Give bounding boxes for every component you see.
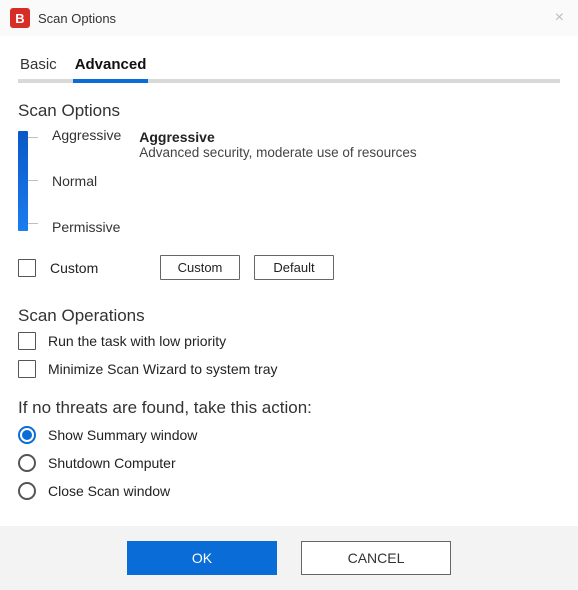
operation-row: Run the task with low priority <box>18 332 560 350</box>
custom-button[interactable]: Custom <box>160 255 240 280</box>
custom-checkbox[interactable] <box>18 259 36 277</box>
window-title: Scan Options <box>38 11 551 26</box>
low-priority-label: Run the task with low priority <box>48 333 226 349</box>
minimize-wizard-checkbox[interactable] <box>18 360 36 378</box>
section-scan-operations-title: Scan Operations <box>18 306 560 326</box>
cancel-button[interactable]: CANCEL <box>301 541 451 575</box>
level-description: Aggressive Advanced security, moderate u… <box>139 127 560 160</box>
radio-close-window[interactable] <box>18 482 36 500</box>
level-normal-label[interactable]: Normal <box>52 173 121 189</box>
slider-tick <box>28 180 38 181</box>
radio-close-window-label: Close Scan window <box>48 483 170 499</box>
default-button[interactable]: Default <box>254 255 334 280</box>
custom-label: Custom <box>50 260 146 276</box>
dialog-footer: OK CANCEL <box>0 526 578 590</box>
slider-tick <box>28 137 38 138</box>
no-threats-option: Show Summary window <box>18 426 560 444</box>
no-threats-option: Close Scan window <box>18 482 560 500</box>
tabs: Basic Advanced <box>18 52 560 83</box>
slider-tick <box>28 223 38 224</box>
no-threats-option: Shutdown Computer <box>18 454 560 472</box>
level-aggressive-label[interactable]: Aggressive <box>52 127 121 143</box>
slider-track[interactable] <box>18 131 28 231</box>
titlebar: B Scan Options × <box>0 0 578 36</box>
slider-labels: Aggressive Normal Permissive <box>36 127 121 235</box>
close-icon[interactable]: × <box>551 5 568 31</box>
radio-shutdown[interactable] <box>18 454 36 472</box>
section-scan-options-title: Scan Options <box>18 101 560 121</box>
level-description-title: Aggressive <box>139 129 560 145</box>
low-priority-checkbox[interactable] <box>18 332 36 350</box>
app-icon: B <box>10 8 30 28</box>
section-no-threats-title: If no threats are found, take this actio… <box>18 398 560 418</box>
radio-shutdown-label: Shutdown Computer <box>48 455 176 471</box>
minimize-wizard-label: Minimize Scan Wizard to system tray <box>48 361 278 377</box>
level-permissive-label[interactable]: Permissive <box>52 219 121 235</box>
level-slider[interactable]: Aggressive Normal Permissive <box>18 127 121 235</box>
tab-advanced[interactable]: Advanced <box>73 52 149 83</box>
tab-basic[interactable]: Basic <box>18 52 59 83</box>
level-description-text: Advanced security, moderate use of resou… <box>139 145 560 160</box>
radio-show-summary-label: Show Summary window <box>48 427 197 443</box>
operation-row: Minimize Scan Wizard to system tray <box>18 360 560 378</box>
radio-show-summary[interactable] <box>18 426 36 444</box>
ok-button[interactable]: OK <box>127 541 277 575</box>
